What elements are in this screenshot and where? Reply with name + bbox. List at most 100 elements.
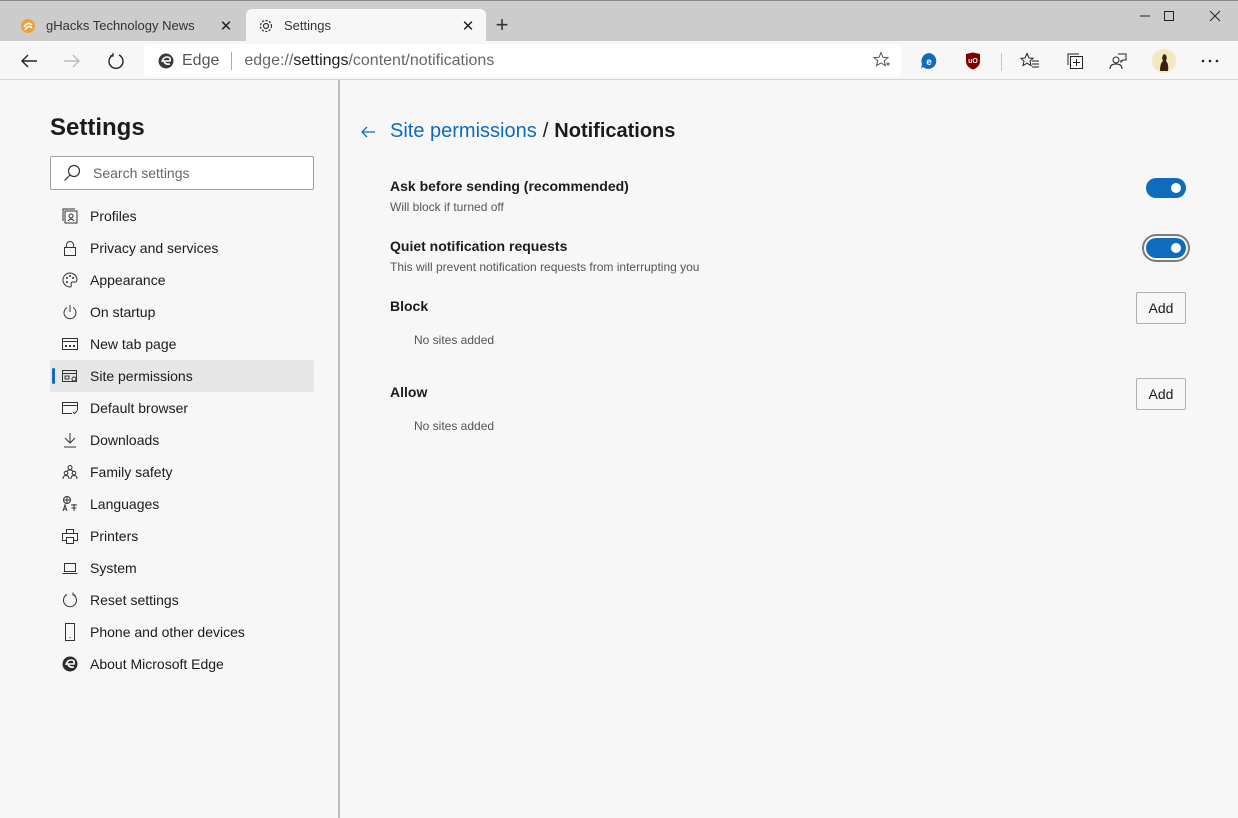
languages-icon [60,494,80,514]
profile-icon [60,206,80,226]
page-title: Notifications [554,120,676,142]
sidebar-item-label: Profiles [90,208,137,224]
site-identity-label: Edge [182,51,220,69]
site-permissions-icon [60,366,80,386]
favorites-icon[interactable] [1016,47,1044,75]
close-icon[interactable] [1192,1,1238,31]
sidebar-item-label: Default browser [90,400,189,416]
setting-label: Quiet notification requests [390,238,568,254]
sidebar-item-printers[interactable]: Printers [50,520,314,552]
edge-extension-icon[interactable]: e [915,47,943,75]
svg-text:e: e [926,57,932,68]
url-text: edge://settings/content/notifications [244,52,494,70]
sidebar-item-privacy[interactable]: Privacy and services [50,232,314,264]
omnibox-divider [231,51,233,70]
search-box[interactable] [50,156,314,190]
sidebar-item-label: On startup [90,304,156,320]
setting-quiet-notifications: Quiet notification requests This will pr… [390,238,1190,274]
settings-sidebar: Settings Profiles Privacy and services A… [0,80,340,818]
sidebar-item-label: Downloads [90,432,160,448]
sidebar-item-label: About Microsoft Edge [90,656,224,672]
sidebar-item-label: New tab page [90,336,177,352]
allow-empty-text: No sites added [414,419,495,433]
sidebar-item-label: Appearance [90,272,166,288]
favorites-add-icon[interactable] [872,51,891,74]
settings-nav: Profiles Privacy and services Appearance… [50,200,314,680]
ublock-icon[interactable]: uO [959,47,987,75]
ghacks-favicon [20,18,36,34]
breadcrumb: Site permissions / Notifications [360,120,675,143]
default-browser-icon [60,398,80,418]
block-add-button[interactable]: Add [1136,292,1186,324]
sidebar-item-reset-settings[interactable]: Reset settings [50,584,314,616]
sidebar-item-downloads[interactable]: Downloads [50,424,314,456]
sidebar-item-family-safety[interactable]: Family safety [50,456,314,488]
new-tab-button[interactable]: + [490,13,514,37]
ask-before-sending-toggle[interactable] [1146,178,1186,198]
back-button[interactable] [14,46,44,76]
browser-toolbar: Edge edge://settings/content/notificatio… [0,41,1238,80]
sidebar-item-on-startup[interactable]: On startup [50,296,314,328]
svg-text:uO: uO [968,58,978,65]
close-tab-icon[interactable]: ✕ [456,17,480,35]
forward-button[interactable] [57,46,87,76]
tab-title: gHacks Technology News [46,18,195,33]
sidebar-item-about-edge[interactable]: About Microsoft Edge [50,648,314,680]
main-content: Site permissions / Notifications Ask bef… [342,80,1238,818]
search-input[interactable] [93,165,293,181]
feedback-icon[interactable] [1104,47,1132,75]
url-path: /content/notifications [348,51,495,69]
lock-icon [60,238,80,258]
sidebar-item-default-browser[interactable]: Default browser [50,392,314,424]
block-empty-text: No sites added [414,333,495,347]
sidebar-item-label: Reset settings [90,592,179,608]
back-arrow-icon[interactable] [360,125,376,139]
sidebar-item-label: Privacy and services [90,240,219,256]
more-icon[interactable] [1196,47,1224,75]
laptop-icon [60,558,80,578]
search-icon [63,164,81,182]
setting-description: This will prevent notification requests … [390,260,700,274]
family-icon [60,462,80,482]
sidebar-item-new-tab-page[interactable]: New tab page [50,328,314,360]
block-section: Block Add [390,292,1190,358]
allow-add-button[interactable]: Add [1136,378,1186,410]
sidebar-item-system[interactable]: System [50,552,314,584]
palette-icon [60,270,80,290]
new-tab-icon [60,334,80,354]
tab-ghacks[interactable]: gHacks Technology News ✕ [8,9,244,42]
close-tab-icon[interactable]: ✕ [214,17,238,35]
phone-icon [60,622,80,642]
address-bar[interactable]: Edge edge://settings/content/notificatio… [144,44,901,77]
gear-icon [258,18,274,34]
title-bar: gHacks Technology News ✕ Settings ✕ + [0,0,1238,42]
setting-description: Will block if turned off [390,200,504,214]
toolbar-divider [1001,53,1002,71]
sidebar-item-label: System [90,560,137,576]
power-icon [60,302,80,322]
sidebar-item-site-permissions[interactable]: Site permissions [50,360,314,392]
profile-avatar[interactable] [1150,47,1178,75]
breadcrumb-site-permissions-link[interactable]: Site permissions [390,120,537,143]
edge-logo-icon [158,53,174,69]
reset-icon [60,590,80,610]
settings-title: Settings [50,114,145,141]
sidebar-item-label: Phone and other devices [90,624,245,640]
url-host: settings [293,51,349,69]
collections-icon[interactable] [1061,47,1089,75]
sidebar-item-languages[interactable]: Languages [50,488,314,520]
tab-title: Settings [284,18,331,33]
refresh-button[interactable] [101,46,131,76]
tab-settings[interactable]: Settings ✕ [246,9,486,42]
sidebar-item-appearance[interactable]: Appearance [50,264,314,296]
quiet-notifications-toggle[interactable] [1146,238,1186,258]
block-section-title: Block [390,298,429,314]
allow-section: Allow Add [390,378,1190,444]
sidebar-item-label: Languages [90,496,160,512]
sidebar-item-profiles[interactable]: Profiles [50,200,314,232]
setting-ask-before-sending: Ask before sending (recommended) Will bl… [390,178,1190,214]
sidebar-item-phone-devices[interactable]: Phone and other devices [50,616,314,648]
maximize-icon[interactable] [1146,1,1192,31]
sidebar-item-label: Family safety [90,464,173,480]
breadcrumb-separator: / [542,120,549,142]
